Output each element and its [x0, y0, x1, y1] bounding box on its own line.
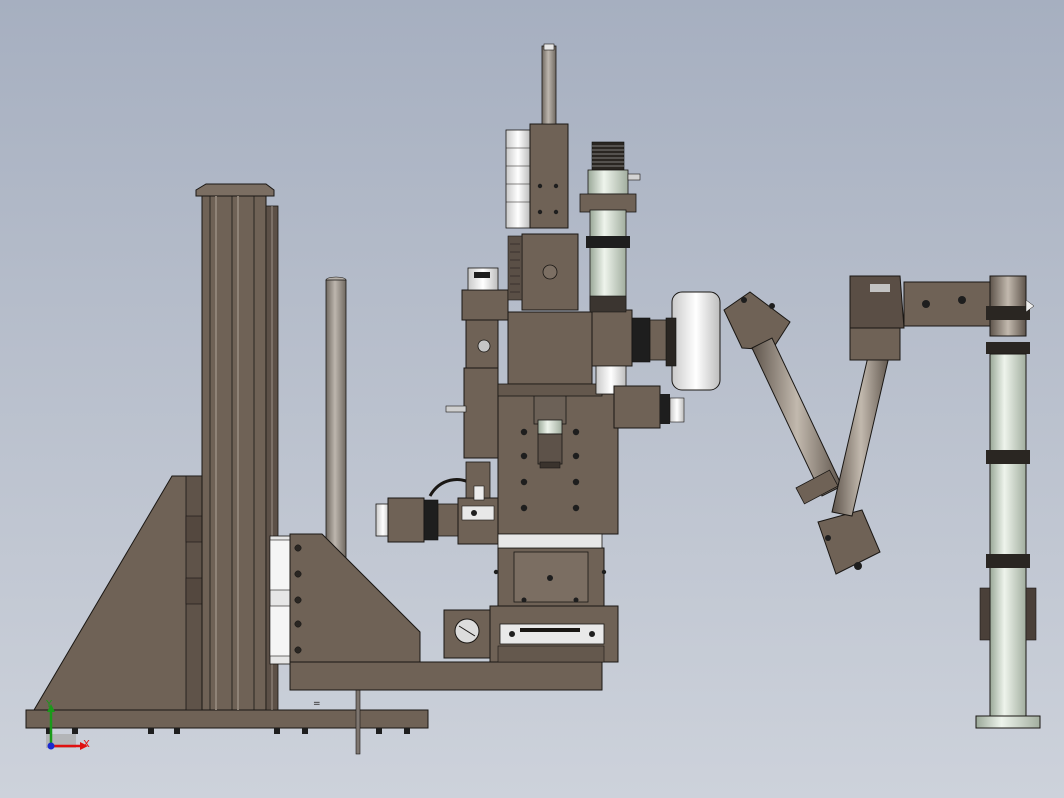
xy-stage [443, 547, 619, 663]
cad-viewport[interactable]: = X Y [0, 0, 1064, 798]
x-axis-label: X [83, 739, 90, 750]
microscope-head [445, 43, 685, 459]
floor-stand [975, 275, 1041, 729]
support-rod [325, 276, 347, 561]
triangular-gusset [33, 475, 207, 711]
articulated-arm [723, 275, 991, 575]
stepper-motor [375, 461, 499, 545]
assembly-drawing: = X Y [25, 43, 1041, 755]
y-axis-label: Y [45, 699, 53, 710]
z-axis-dot [47, 742, 55, 750]
vertical-column [195, 183, 293, 711]
objective-lens [533, 391, 567, 469]
svg-text:=: = [313, 699, 321, 709]
